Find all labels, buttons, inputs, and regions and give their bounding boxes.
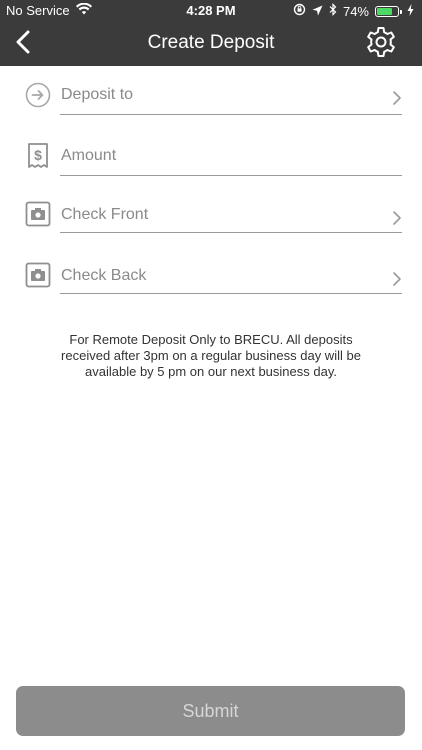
divider [60,232,402,233]
submit-button[interactable]: Submit [16,686,405,736]
chevron-left-icon [15,30,31,59]
battery-icon [375,5,402,17]
status-bar: No Service 4:28 PM 74% [0,0,422,22]
chevron-right-icon [390,271,404,287]
amount-label: Amount [61,147,117,164]
battery-level-fill [377,7,392,15]
wifi-icon [75,2,92,18]
arrow-circle-icon [24,81,52,109]
deposit-disclaimer: For Remote Deposit Only to BRECU. All de… [61,332,361,379]
check-back-label: Check Back [61,267,147,284]
chevron-right-icon [390,210,404,226]
location-arrow-icon [312,4,323,19]
divider [60,114,402,115]
check-back-field[interactable]: Check Back [0,251,422,301]
status-right: 74% [293,3,414,19]
carrier-text: No Service [6,3,70,18]
deposit-to-field[interactable]: Deposit to [0,70,422,120]
nav-bar: Create Deposit [0,22,422,66]
orientation-lock-icon [293,3,306,19]
back-button[interactable] [8,28,38,60]
top-bar: No Service 4:28 PM 74% Create Deposit [0,0,422,66]
amount-field[interactable]: $ Amount [0,131,422,181]
page-title: Create Deposit [147,32,275,53]
svg-text:$: $ [34,147,42,163]
status-left: No Service [6,2,92,18]
camera-icon [24,200,52,228]
camera-icon [24,261,52,289]
chevron-right-icon [390,90,404,106]
divider [60,175,402,176]
deposit-to-label: Deposit to [61,86,134,103]
divider [60,293,402,294]
battery-percent: 74% [342,3,369,19]
bluetooth-icon [329,3,337,19]
settings-button[interactable] [364,26,398,63]
create-deposit-screen: No Service 4:28 PM 74% Create Deposit De… [0,0,422,750]
charging-bolt-icon [407,3,414,19]
gear-icon [365,26,397,63]
receipt-dollar-icon: $ [24,142,52,170]
check-front-label: Check Front [61,206,149,223]
check-front-field[interactable]: Check Front [0,190,422,240]
